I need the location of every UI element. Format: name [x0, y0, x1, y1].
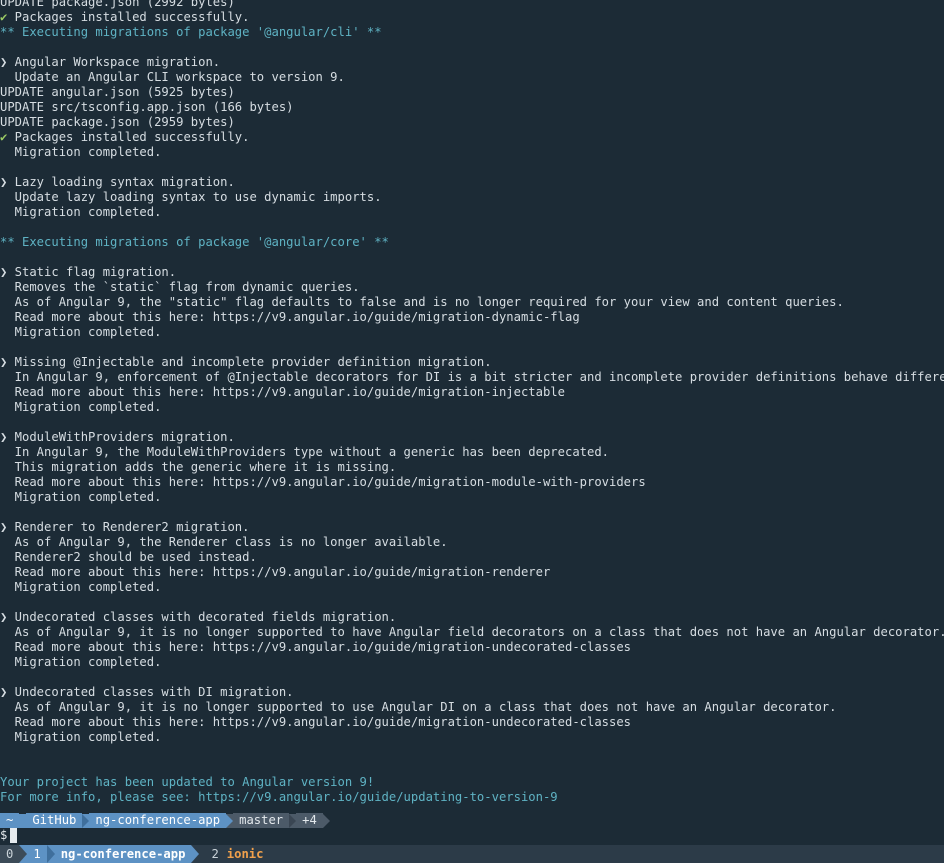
terminal-line: Read more about this here: https://v9.an…: [0, 310, 580, 324]
tmux-status-bar: 0 1 ng-conference-app 2 ionic: [0, 845, 944, 863]
terminal-line: In Angular 9, the ModuleWithProviders ty…: [0, 445, 610, 459]
terminal-line: UPDATE package.json (2959 bytes): [0, 115, 235, 129]
powerline-end-arrow: [322, 813, 330, 828]
terminal-line: UPDATE src/tsconfig.app.json (166 bytes): [0, 100, 294, 114]
powerline-separator: [19, 845, 28, 863]
prompt-home: ~: [0, 813, 20, 828]
terminal-line: Migration completed.: [0, 145, 162, 159]
terminal-line: Migration completed.: [0, 325, 162, 339]
terminal-line: This migration adds the generic where it…: [0, 460, 397, 474]
terminal-line: ❯ Undecorated classes with DI migration.: [0, 685, 294, 699]
terminal-line: ✔ Packages installed successfully.: [0, 130, 250, 144]
terminal-line: ❯ Undecorated classes with decorated fie…: [0, 610, 397, 624]
powerline-separator: [226, 813, 234, 828]
terminal-line: Read more about this here: https://v9.an…: [0, 565, 551, 579]
powerline-separator: [289, 813, 297, 828]
tmux-window-2-name[interactable]: ionic: [225, 845, 270, 863]
terminal-line: ** Executing migrations of package '@ang…: [0, 235, 389, 249]
tmux-window-2-index[interactable]: 2: [205, 845, 224, 863]
terminal-line: Migration completed.: [0, 730, 162, 744]
terminal-line: Migration completed.: [0, 580, 162, 594]
terminal-line: As of Angular 9, it is no longer support…: [0, 625, 944, 639]
terminal-line: UPDATE angular.json (5925 bytes): [0, 85, 235, 99]
terminal-line: ❯ ModuleWithProviders migration.: [0, 430, 235, 444]
terminal-line: Migration completed.: [0, 205, 162, 219]
terminal-line: Read more about this here: https://v9.an…: [0, 715, 632, 729]
terminal-line: Migration completed.: [0, 490, 162, 504]
terminal-line: ❯ Missing @Injectable and incomplete pro…: [0, 355, 492, 369]
terminal-line: Update an Angular CLI workspace to versi…: [0, 70, 345, 84]
terminal-line: For more info, please see: https://v9.an…: [0, 790, 558, 804]
terminal-line: Read more about this here: https://v9.an…: [0, 475, 646, 489]
terminal-line: Read more about this here: https://v9.an…: [0, 385, 565, 399]
terminal-line: ❯ Static flag migration.: [0, 265, 177, 279]
prompt-dir-github: GitHub: [26, 813, 83, 828]
shell-prompt-bar: ~ GitHub ng-conference-app master +4: [0, 813, 944, 828]
terminal-output[interactable]: UPDATE package.json (2992 bytes) ✔ Packag…: [0, 0, 944, 845]
terminal-scrollback: UPDATE package.json (2992 bytes) ✔ Packag…: [0, 0, 944, 805]
powerline-separator: [191, 845, 200, 863]
check-icon: ✔: [0, 130, 8, 144]
terminal-line: Update lazy loading syntax to use dynami…: [0, 190, 382, 204]
terminal-line: In Angular 9, enforcement of @Injectable…: [0, 370, 944, 384]
terminal-line: Read more about this here: https://v9.an…: [0, 640, 632, 654]
prompt-symbol: $: [0, 828, 8, 842]
powerline-separator: [46, 845, 55, 863]
terminal-cursor[interactable]: [10, 828, 17, 843]
tmux-window-0[interactable]: 0: [0, 845, 20, 863]
prompt-dir-project: ng-conference-app: [89, 813, 227, 828]
terminal-line: ** Executing migrations of package '@ang…: [0, 25, 382, 39]
terminal-line: UPDATE package.json (2992 bytes): [0, 0, 235, 9]
terminal-line: ❯ Renderer to Renderer2 migration.: [0, 520, 250, 534]
terminal-line: ❯ Angular Workspace migration.: [0, 55, 221, 69]
terminal-line: Your project has been updated to Angular…: [0, 775, 375, 789]
terminal-line: As of Angular 9, it is no longer support…: [0, 700, 837, 714]
powerline-separator: [82, 813, 90, 828]
tmux-window-1-name[interactable]: ng-conference-app: [54, 845, 192, 863]
terminal-line: Migration completed.: [0, 655, 162, 669]
git-changes-count: +4: [296, 813, 323, 828]
tmux-window-1-index[interactable]: 1: [27, 845, 47, 863]
terminal-line: As of Angular 9, the "static" flag defau…: [0, 295, 844, 309]
terminal-line: Migration completed.: [0, 400, 162, 414]
terminal-line: Removes the `static` flag from dynamic q…: [0, 280, 360, 294]
powerline-separator: [19, 813, 27, 828]
terminal-line: ❯ Lazy loading syntax migration.: [0, 175, 235, 189]
terminal-line: Renderer2 should be used instead.: [0, 550, 257, 564]
terminal-line: As of Angular 9, the Renderer class is n…: [0, 535, 448, 549]
terminal-line: ✔ Packages installed successfully.: [0, 10, 250, 24]
git-branch: master: [233, 813, 290, 828]
check-icon: ✔: [0, 10, 8, 24]
